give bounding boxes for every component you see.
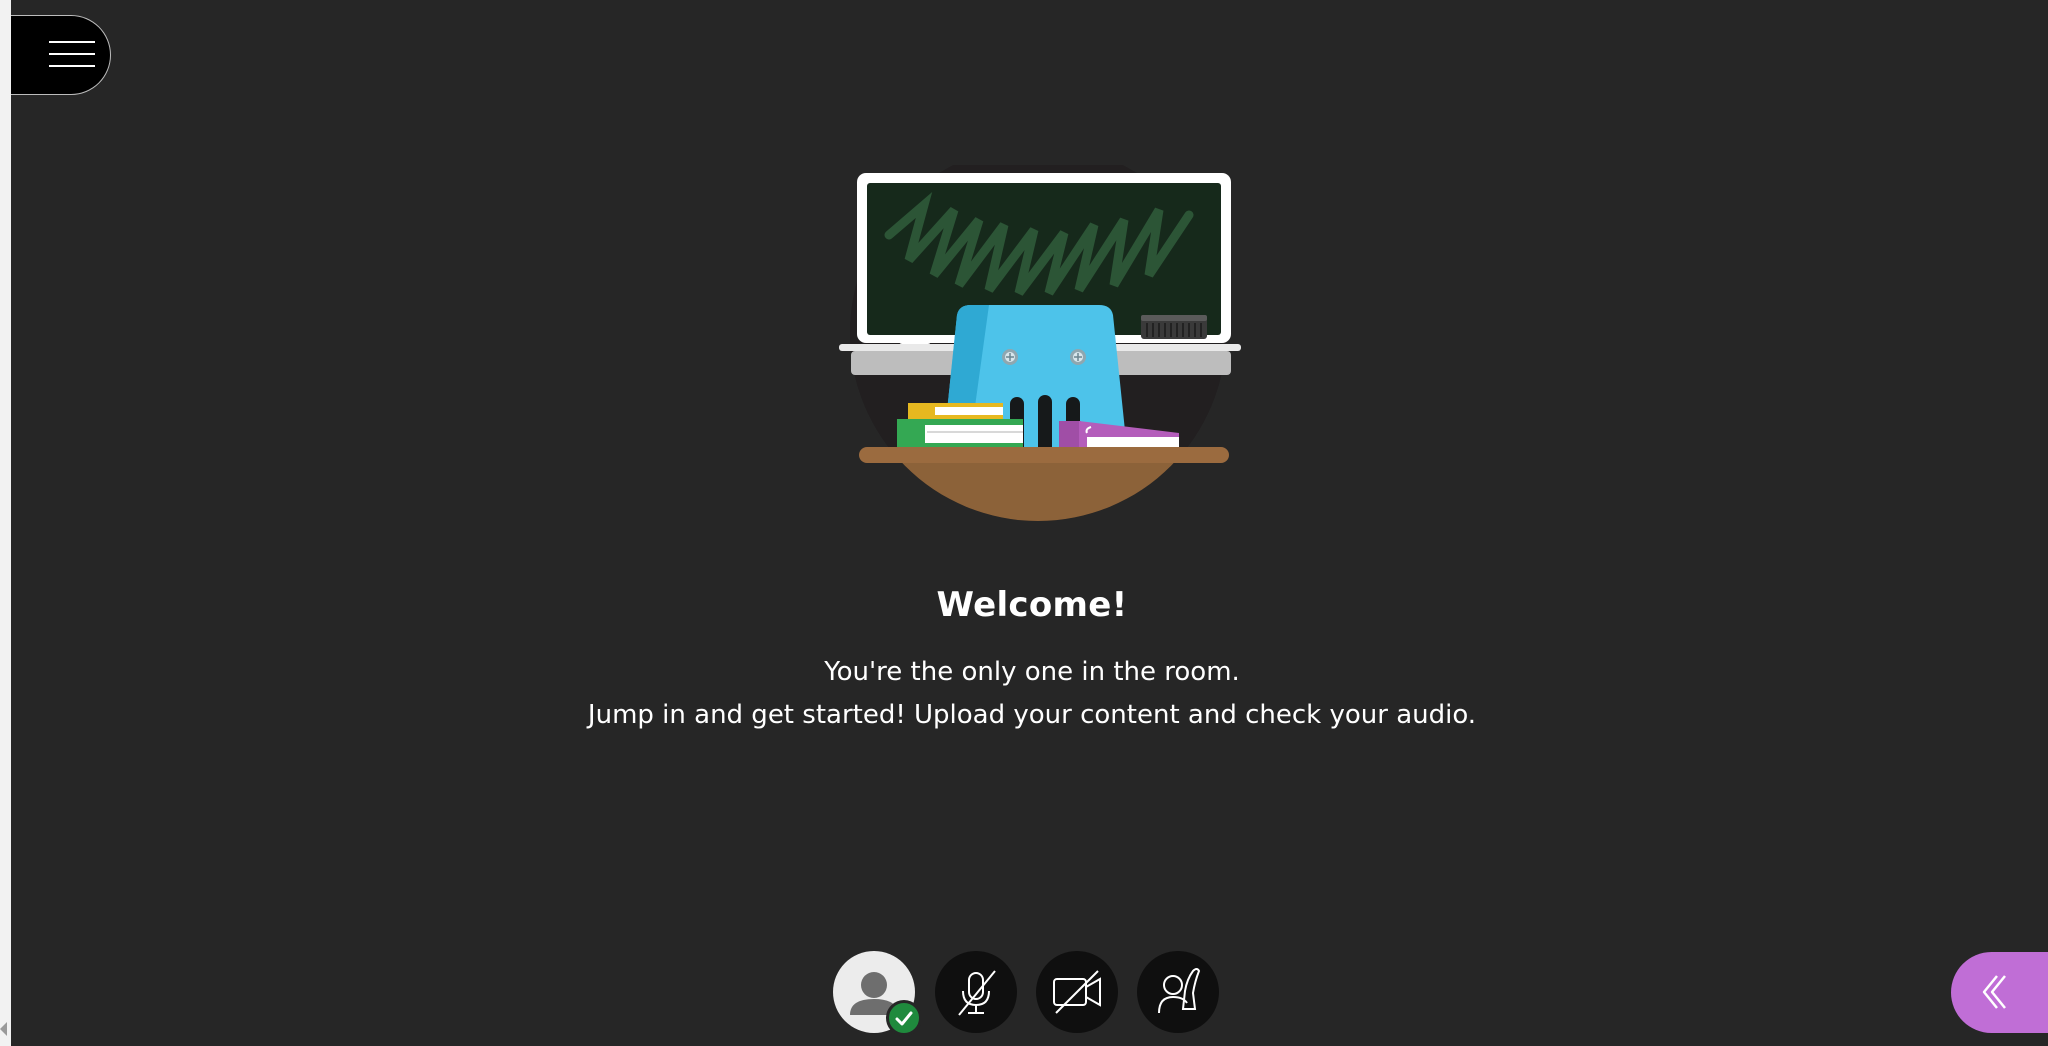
welcome-title: Welcome! [936,585,1128,625]
raise-hand-button[interactable] [1137,951,1219,1033]
status-indicator [886,1000,922,1036]
main-stage: Welcome! You're the only one in the room… [11,0,2048,1046]
raise-hand-icon [1158,968,1201,1014]
only-one-message: You're the only one in the room. [824,657,1240,687]
check-icon [895,1011,913,1026]
open-collaborate-panel-button[interactable] [1951,952,2048,1033]
scroll-left-arrow-icon[interactable] [0,1022,7,1036]
microphone-off-icon [958,970,996,1016]
share-video-button[interactable] [1036,951,1118,1033]
browser-edge-strip [0,0,11,1046]
double-chevron-left-icon [1982,975,2006,1009]
share-audio-button[interactable] [935,951,1017,1033]
classroom-octopus-illustration [839,165,1241,521]
camera-off-icon [1053,970,1101,1014]
get-started-message: Jump in and get started! Upload your con… [587,700,1477,730]
